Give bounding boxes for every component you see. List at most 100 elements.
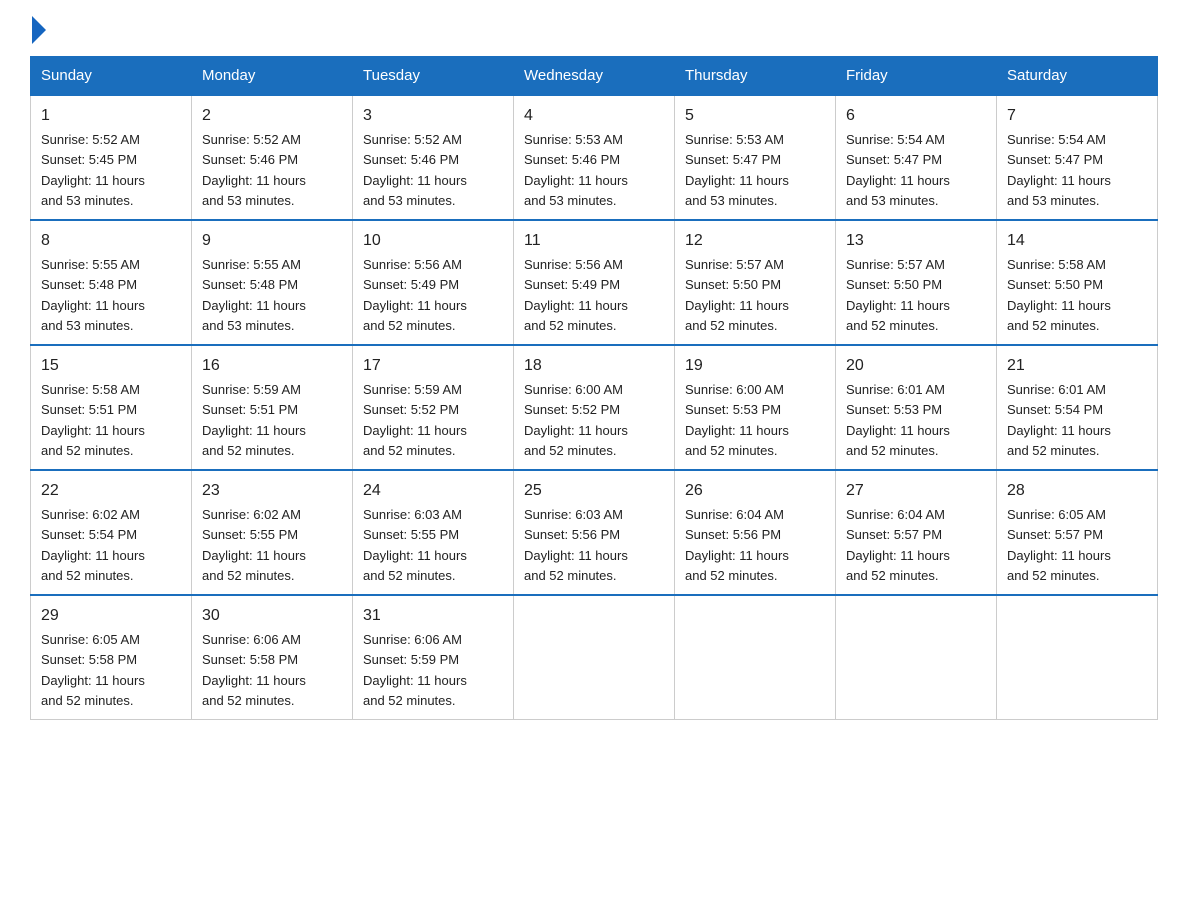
day-number: 15 (41, 354, 181, 378)
day-number: 27 (846, 479, 986, 503)
day-info: Sunrise: 6:00 AMSunset: 5:53 PMDaylight:… (685, 382, 789, 458)
calendar-cell: 7 Sunrise: 5:54 AMSunset: 5:47 PMDayligh… (997, 95, 1158, 220)
column-header-monday: Monday (192, 57, 353, 96)
day-number: 26 (685, 479, 825, 503)
calendar-cell: 14 Sunrise: 5:58 AMSunset: 5:50 PMDaylig… (997, 220, 1158, 345)
day-number: 4 (524, 104, 664, 128)
day-number: 2 (202, 104, 342, 128)
day-number: 8 (41, 229, 181, 253)
column-header-saturday: Saturday (997, 57, 1158, 96)
calendar-week-1: 1 Sunrise: 5:52 AMSunset: 5:45 PMDayligh… (31, 95, 1158, 220)
calendar-cell: 26 Sunrise: 6:04 AMSunset: 5:56 PMDaylig… (675, 470, 836, 595)
day-number: 6 (846, 104, 986, 128)
calendar-cell: 2 Sunrise: 5:52 AMSunset: 5:46 PMDayligh… (192, 95, 353, 220)
calendar-cell (997, 595, 1158, 720)
day-number: 5 (685, 104, 825, 128)
day-number: 23 (202, 479, 342, 503)
day-number: 1 (41, 104, 181, 128)
day-number: 9 (202, 229, 342, 253)
calendar-cell: 6 Sunrise: 5:54 AMSunset: 5:47 PMDayligh… (836, 95, 997, 220)
calendar-cell: 9 Sunrise: 5:55 AMSunset: 5:48 PMDayligh… (192, 220, 353, 345)
column-header-tuesday: Tuesday (353, 57, 514, 96)
calendar-week-3: 15 Sunrise: 5:58 AMSunset: 5:51 PMDaylig… (31, 345, 1158, 470)
day-number: 31 (363, 604, 503, 628)
day-info: Sunrise: 5:52 AMSunset: 5:45 PMDaylight:… (41, 132, 145, 208)
calendar-cell: 25 Sunrise: 6:03 AMSunset: 5:56 PMDaylig… (514, 470, 675, 595)
day-info: Sunrise: 5:54 AMSunset: 5:47 PMDaylight:… (846, 132, 950, 208)
logo (30, 20, 46, 38)
day-info: Sunrise: 5:55 AMSunset: 5:48 PMDaylight:… (202, 257, 306, 333)
calendar-cell: 23 Sunrise: 6:02 AMSunset: 5:55 PMDaylig… (192, 470, 353, 595)
calendar-cell (514, 595, 675, 720)
day-info: Sunrise: 6:04 AMSunset: 5:57 PMDaylight:… (846, 507, 950, 583)
day-number: 17 (363, 354, 503, 378)
day-info: Sunrise: 5:54 AMSunset: 5:47 PMDaylight:… (1007, 132, 1111, 208)
day-number: 30 (202, 604, 342, 628)
day-info: Sunrise: 5:58 AMSunset: 5:50 PMDaylight:… (1007, 257, 1111, 333)
day-info: Sunrise: 5:59 AMSunset: 5:51 PMDaylight:… (202, 382, 306, 458)
day-number: 18 (524, 354, 664, 378)
day-info: Sunrise: 6:02 AMSunset: 5:54 PMDaylight:… (41, 507, 145, 583)
calendar-cell: 18 Sunrise: 6:00 AMSunset: 5:52 PMDaylig… (514, 345, 675, 470)
day-number: 24 (363, 479, 503, 503)
day-info: Sunrise: 6:06 AMSunset: 5:59 PMDaylight:… (363, 632, 467, 708)
day-number: 11 (524, 229, 664, 253)
calendar-cell: 1 Sunrise: 5:52 AMSunset: 5:45 PMDayligh… (31, 95, 192, 220)
calendar-cell: 30 Sunrise: 6:06 AMSunset: 5:58 PMDaylig… (192, 595, 353, 720)
calendar-cell: 27 Sunrise: 6:04 AMSunset: 5:57 PMDaylig… (836, 470, 997, 595)
calendar-cell: 4 Sunrise: 5:53 AMSunset: 5:46 PMDayligh… (514, 95, 675, 220)
day-info: Sunrise: 5:56 AMSunset: 5:49 PMDaylight:… (363, 257, 467, 333)
day-info: Sunrise: 5:59 AMSunset: 5:52 PMDaylight:… (363, 382, 467, 458)
calendar-cell: 8 Sunrise: 5:55 AMSunset: 5:48 PMDayligh… (31, 220, 192, 345)
column-header-wednesday: Wednesday (514, 57, 675, 96)
calendar-week-4: 22 Sunrise: 6:02 AMSunset: 5:54 PMDaylig… (31, 470, 1158, 595)
day-info: Sunrise: 6:01 AMSunset: 5:54 PMDaylight:… (1007, 382, 1111, 458)
day-number: 20 (846, 354, 986, 378)
day-info: Sunrise: 5:52 AMSunset: 5:46 PMDaylight:… (363, 132, 467, 208)
calendar-cell: 12 Sunrise: 5:57 AMSunset: 5:50 PMDaylig… (675, 220, 836, 345)
day-info: Sunrise: 6:00 AMSunset: 5:52 PMDaylight:… (524, 382, 628, 458)
calendar-cell: 13 Sunrise: 5:57 AMSunset: 5:50 PMDaylig… (836, 220, 997, 345)
day-number: 25 (524, 479, 664, 503)
calendar-cell: 29 Sunrise: 6:05 AMSunset: 5:58 PMDaylig… (31, 595, 192, 720)
calendar-cell: 28 Sunrise: 6:05 AMSunset: 5:57 PMDaylig… (997, 470, 1158, 595)
day-info: Sunrise: 6:04 AMSunset: 5:56 PMDaylight:… (685, 507, 789, 583)
day-info: Sunrise: 5:57 AMSunset: 5:50 PMDaylight:… (685, 257, 789, 333)
day-info: Sunrise: 6:03 AMSunset: 5:56 PMDaylight:… (524, 507, 628, 583)
calendar-cell: 15 Sunrise: 5:58 AMSunset: 5:51 PMDaylig… (31, 345, 192, 470)
day-info: Sunrise: 5:55 AMSunset: 5:48 PMDaylight:… (41, 257, 145, 333)
page-header (30, 20, 1158, 38)
calendar-cell: 17 Sunrise: 5:59 AMSunset: 5:52 PMDaylig… (353, 345, 514, 470)
day-info: Sunrise: 6:06 AMSunset: 5:58 PMDaylight:… (202, 632, 306, 708)
day-number: 3 (363, 104, 503, 128)
calendar-cell (836, 595, 997, 720)
calendar-cell: 31 Sunrise: 6:06 AMSunset: 5:59 PMDaylig… (353, 595, 514, 720)
day-number: 29 (41, 604, 181, 628)
day-info: Sunrise: 6:02 AMSunset: 5:55 PMDaylight:… (202, 507, 306, 583)
calendar-cell: 24 Sunrise: 6:03 AMSunset: 5:55 PMDaylig… (353, 470, 514, 595)
day-number: 7 (1007, 104, 1147, 128)
calendar-header-row: SundayMondayTuesdayWednesdayThursdayFrid… (31, 57, 1158, 96)
calendar-cell: 22 Sunrise: 6:02 AMSunset: 5:54 PMDaylig… (31, 470, 192, 595)
day-number: 12 (685, 229, 825, 253)
day-info: Sunrise: 5:53 AMSunset: 5:47 PMDaylight:… (685, 132, 789, 208)
day-number: 13 (846, 229, 986, 253)
calendar-table: SundayMondayTuesdayWednesdayThursdayFrid… (30, 56, 1158, 720)
day-info: Sunrise: 6:05 AMSunset: 5:57 PMDaylight:… (1007, 507, 1111, 583)
day-info: Sunrise: 5:53 AMSunset: 5:46 PMDaylight:… (524, 132, 628, 208)
column-header-thursday: Thursday (675, 57, 836, 96)
day-number: 10 (363, 229, 503, 253)
column-header-sunday: Sunday (31, 57, 192, 96)
day-info: Sunrise: 6:03 AMSunset: 5:55 PMDaylight:… (363, 507, 467, 583)
calendar-week-2: 8 Sunrise: 5:55 AMSunset: 5:48 PMDayligh… (31, 220, 1158, 345)
day-number: 19 (685, 354, 825, 378)
calendar-cell: 3 Sunrise: 5:52 AMSunset: 5:46 PMDayligh… (353, 95, 514, 220)
logo-arrow-icon (32, 16, 46, 44)
day-info: Sunrise: 5:56 AMSunset: 5:49 PMDaylight:… (524, 257, 628, 333)
day-info: Sunrise: 6:01 AMSunset: 5:53 PMDaylight:… (846, 382, 950, 458)
day-number: 21 (1007, 354, 1147, 378)
day-info: Sunrise: 5:52 AMSunset: 5:46 PMDaylight:… (202, 132, 306, 208)
day-info: Sunrise: 6:05 AMSunset: 5:58 PMDaylight:… (41, 632, 145, 708)
day-info: Sunrise: 5:57 AMSunset: 5:50 PMDaylight:… (846, 257, 950, 333)
calendar-cell: 11 Sunrise: 5:56 AMSunset: 5:49 PMDaylig… (514, 220, 675, 345)
